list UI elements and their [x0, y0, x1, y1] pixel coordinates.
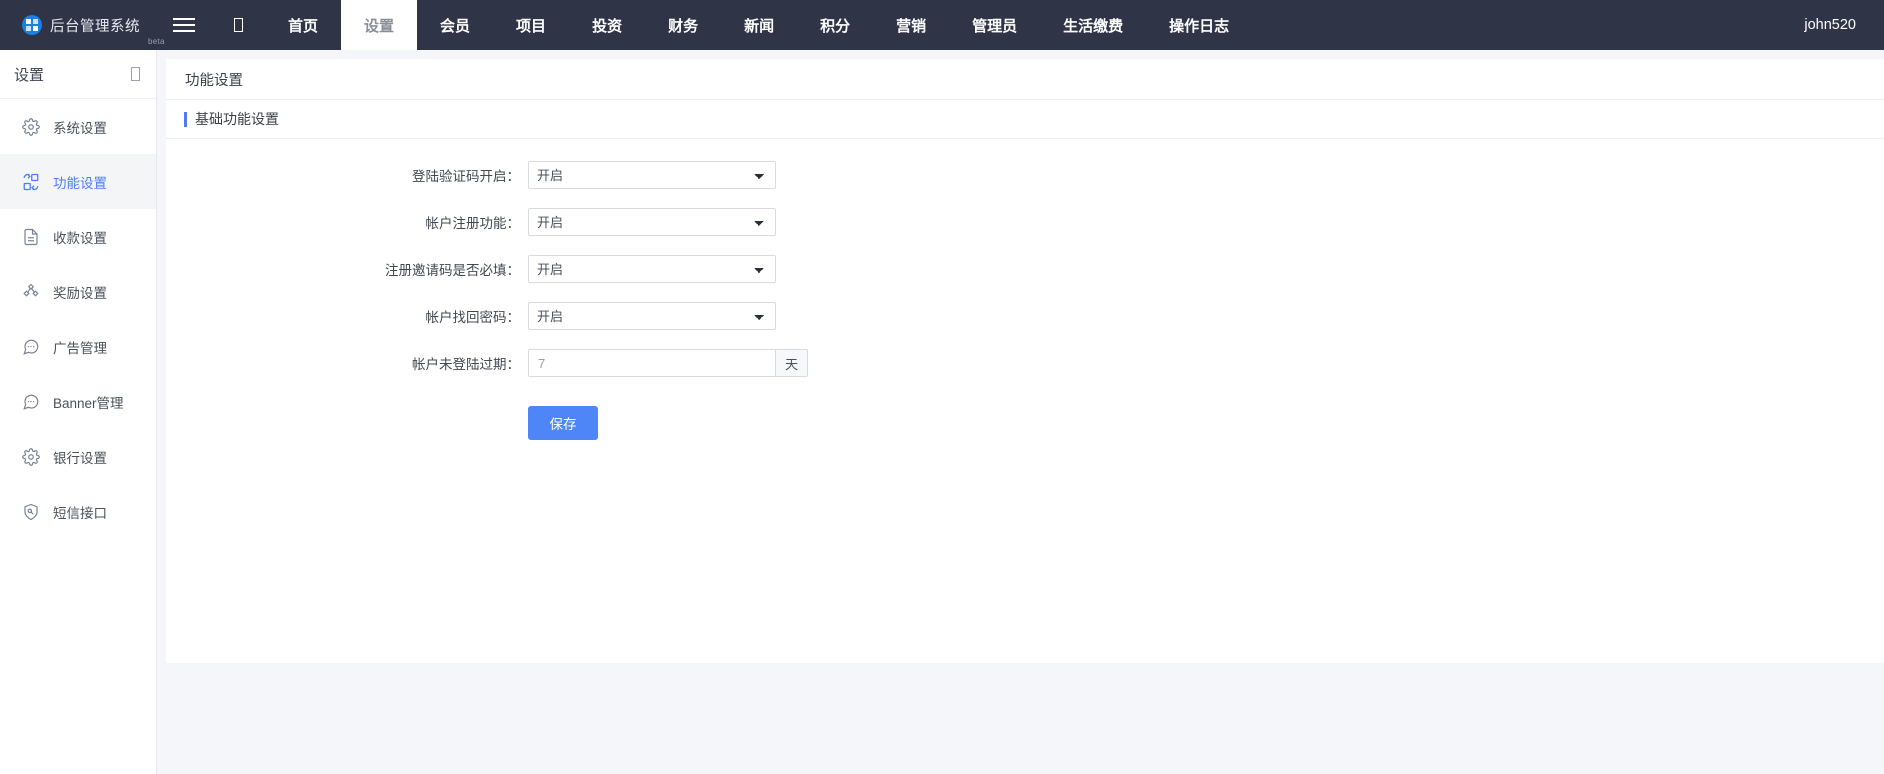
comment-dots-icon — [22, 393, 40, 411]
nav-item-label: 首页 — [288, 15, 318, 36]
sidebar-item-payment-settings[interactable]: 收款设置 — [0, 209, 156, 264]
nav-item-marketing[interactable]: 营销 — [873, 0, 949, 50]
login-captcha-label: 登陆验证码开启： — [166, 165, 528, 185]
page-title-label: 功能设置 — [185, 69, 243, 90]
login-captcha-select[interactable]: 开启 关闭 — [528, 161, 776, 189]
sidebar-item-function-settings[interactable]: 功能设置 — [0, 154, 156, 209]
account-registration-label: 帐户注册功能： — [166, 212, 528, 232]
sidebar-toggle-button[interactable] — [157, 0, 211, 50]
form-row-invite-code-required: 注册邀请码是否必填： 开启 关闭 — [166, 255, 1884, 283]
app-logo-icon — [22, 15, 42, 35]
form-row-login-captcha: 登陆验证码开启： 开启 关闭 — [166, 161, 1884, 189]
form-actions: 保存 — [166, 406, 1884, 440]
sidebar-item-label: 功能设置 — [53, 172, 107, 192]
sidebar-item-sms-interface[interactable]: 短信接口 — [0, 484, 156, 539]
account-expiry-label: 帐户未登陆过期： — [166, 353, 528, 373]
gear-icon — [22, 448, 40, 466]
sidebar-item-label: 广告管理 — [53, 337, 107, 357]
sidebar-item-system-settings[interactable]: 系统设置 — [0, 99, 156, 154]
nav-item-admin[interactable]: 管理员 — [949, 0, 1040, 50]
nav-item-utility-payment[interactable]: 生活缴费 — [1040, 0, 1146, 50]
save-button[interactable]: 保存 — [528, 406, 598, 440]
comment-dots-icon — [22, 338, 40, 356]
nav-item-label: 生活缴费 — [1063, 15, 1123, 36]
nav-item-label: 操作日志 — [1169, 15, 1229, 36]
brand-logo-area[interactable]: 后台管理系统 beta — [0, 0, 157, 50]
form-row-account-expiry: 帐户未登陆过期： 天 — [166, 349, 1884, 377]
fullscreen-toggle-button[interactable] — [211, 0, 265, 50]
nav-item-points[interactable]: 积分 — [797, 0, 873, 50]
hamburger-icon — [173, 18, 195, 32]
nav-item-label: 项目 — [516, 15, 546, 36]
sidebar-item-label: 收款设置 — [53, 227, 107, 247]
top-nav-items: 首页 设置 会员 项目 投资 财务 新闻 积分 营销 管理员 生活缴费 操作日志 — [265, 0, 1252, 50]
main-content: 功能设置 基础功能设置 登陆验证码开启： 开启 关闭 帐户注册功能： 开启 关闭 — [157, 50, 1884, 774]
top-navigation-bar: 后台管理系统 beta 首页 设置 会员 项目 投资 财务 新闻 积分 营销 管… — [0, 0, 1884, 50]
nav-item-label: 积分 — [820, 15, 850, 36]
nav-item-label: 营销 — [896, 15, 926, 36]
sidebar-item-label: 银行设置 — [53, 447, 107, 467]
nav-item-label: 投资 — [592, 15, 622, 36]
form-row-account-registration: 帐户注册功能： 开启 关闭 — [166, 208, 1884, 236]
sidebar-item-label: 奖励设置 — [53, 282, 107, 302]
nav-item-home[interactable]: 首页 — [265, 0, 341, 50]
nav-item-label: 财务 — [668, 15, 698, 36]
settings-form: 登陆验证码开启： 开启 关闭 帐户注册功能： 开启 关闭 注册邀请码是否必填： … — [166, 139, 1884, 440]
sidebar-item-reward-settings[interactable]: 奖励设置 — [0, 264, 156, 319]
nav-item-label: 管理员 — [972, 15, 1017, 36]
nav-item-label: 会员 — [440, 15, 470, 36]
username-label: john520 — [1804, 17, 1856, 33]
sidebar-header: 设置 — [0, 50, 156, 99]
collapse-glyph-icon[interactable] — [131, 67, 140, 81]
account-expiry-input-group: 天 — [528, 349, 808, 377]
account-registration-select[interactable]: 开启 关闭 — [528, 208, 776, 236]
nav-spacer — [1252, 0, 1804, 50]
sidebar-item-banner-management[interactable]: Banner管理 — [0, 374, 156, 429]
share-nodes-icon — [22, 283, 40, 301]
gear-icon — [22, 118, 40, 136]
nav-item-finance[interactable]: 财务 — [645, 0, 721, 50]
section-accent-bar — [184, 112, 187, 127]
password-recovery-label: 帐户找回密码： — [166, 306, 528, 326]
sidebar-item-ad-management[interactable]: 广告管理 — [0, 319, 156, 374]
box-glyph-icon — [234, 18, 243, 32]
invite-code-required-select[interactable]: 开启 关闭 — [528, 255, 776, 283]
nav-item-investment[interactable]: 投资 — [569, 0, 645, 50]
sidebar-item-label: 系统设置 — [53, 117, 107, 137]
nav-item-settings[interactable]: 设置 — [341, 0, 417, 50]
sidebar: 设置 系统设置 功能设置 — [0, 50, 157, 774]
nav-item-operation-log[interactable]: 操作日志 — [1146, 0, 1252, 50]
sidebar-item-bank-settings[interactable]: 银行设置 — [0, 429, 156, 484]
document-icon — [22, 228, 40, 246]
shield-icon — [22, 503, 40, 521]
settings-card: 功能设置 基础功能设置 登陆验证码开启： 开启 关闭 帐户注册功能： 开启 关闭 — [166, 59, 1884, 663]
nav-item-label: 设置 — [364, 15, 394, 36]
nav-item-projects[interactable]: 项目 — [493, 0, 569, 50]
password-recovery-select[interactable]: 开启 关闭 — [528, 302, 776, 330]
page-title: 功能设置 — [166, 59, 1884, 100]
user-menu[interactable]: john520 — [1804, 0, 1884, 50]
sidebar-item-label: 短信接口 — [53, 502, 107, 522]
nav-item-news[interactable]: 新闻 — [721, 0, 797, 50]
account-expiry-input[interactable] — [528, 349, 776, 377]
form-row-password-recovery: 帐户找回密码： 开启 关闭 — [166, 302, 1884, 330]
section-title-label: 基础功能设置 — [195, 109, 279, 129]
invite-code-required-label: 注册邀请码是否必填： — [166, 259, 528, 279]
nav-item-members[interactable]: 会员 — [417, 0, 493, 50]
sidebar-title: 设置 — [14, 64, 44, 85]
brand-name: 后台管理系统 — [50, 15, 140, 36]
nav-item-label: 新闻 — [744, 15, 774, 36]
sidebar-item-label: Banner管理 — [53, 392, 124, 412]
section-header: 基础功能设置 — [166, 100, 1884, 139]
account-expiry-unit-addon: 天 — [776, 349, 808, 377]
function-settings-icon — [22, 173, 40, 191]
